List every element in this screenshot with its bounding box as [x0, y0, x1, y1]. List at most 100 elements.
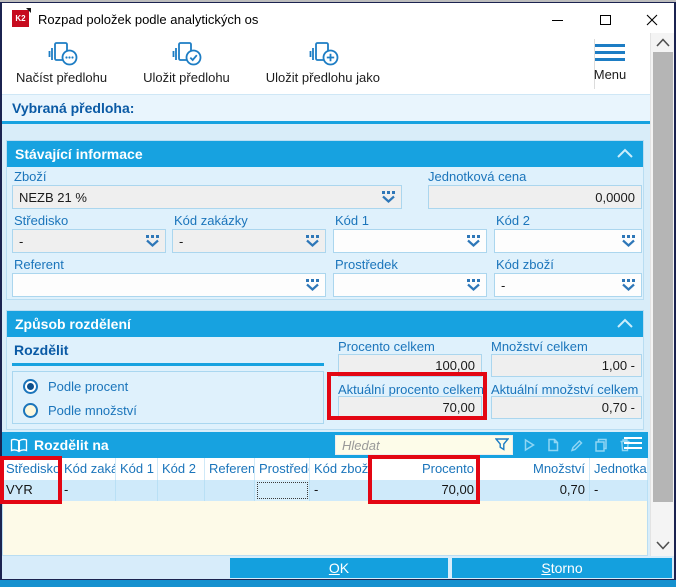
col-jednotka[interactable]: Jednotka	[590, 458, 648, 480]
current-info-title: Stávající informace	[15, 146, 143, 162]
col-kod2[interactable]: Kód 2	[158, 458, 205, 480]
menu-button[interactable]: Menu	[584, 40, 636, 82]
prostredek-label: Prostředek	[335, 257, 398, 272]
hamburger-menu-icon	[595, 40, 625, 61]
dropdown-icon[interactable]	[306, 279, 319, 291]
cell-kod-zbozi[interactable]: -	[310, 480, 371, 501]
save-template-label: Uložit předlohu	[143, 70, 230, 85]
selected-template-label: Vybraná předloha:	[12, 100, 135, 116]
minimize-icon	[551, 19, 563, 21]
cell-kod2[interactable]	[158, 480, 205, 501]
load-template-label: Načíst předlohu	[16, 70, 108, 85]
table-header-row: Středisko Kód zakázky Kód 1 Kód 2 Refere…	[2, 458, 648, 480]
close-button[interactable]	[632, 9, 672, 31]
dropdown-icon[interactable]	[306, 235, 319, 247]
aktualni-mnozstvi-label: Aktuální množství celkem	[491, 382, 639, 397]
cell-mnozstvi[interactable]: 0,70	[479, 480, 590, 501]
save-template-as-button[interactable]: Uložit předlohu jako	[260, 38, 386, 87]
menu-label: Menu	[593, 67, 627, 82]
scroll-up-icon[interactable]	[656, 38, 670, 47]
load-template-button[interactable]: Načíst předlohu	[10, 38, 113, 87]
search-box	[335, 435, 513, 455]
filter-funnel-icon[interactable]	[495, 438, 509, 451]
col-stredisko[interactable]: Středisko	[2, 458, 60, 480]
referent-field[interactable]	[12, 273, 326, 297]
save-template-button[interactable]: Uložit předlohu	[137, 38, 236, 87]
col-mnozstvi[interactable]: Množství	[479, 458, 590, 480]
ok-button[interactable]: OK	[230, 558, 448, 578]
selected-template-bar: Vybraná předloha:	[2, 95, 650, 124]
table-row[interactable]: VYR - - 70,00 0,70 -	[2, 480, 648, 501]
procento-celkem-label: Procento celkem	[338, 339, 435, 354]
kod1-field[interactable]	[333, 229, 487, 253]
zbozi-label: Zboží	[14, 169, 47, 184]
cell-prostredek-focused[interactable]	[255, 480, 310, 501]
titlebar: K2 Rozpad položek podle analytických os	[2, 3, 674, 33]
kod-zbozi-field[interactable]: -	[494, 273, 642, 297]
referent-label: Referent	[14, 257, 64, 272]
search-input[interactable]	[335, 435, 513, 455]
grid-menu-icon[interactable]	[624, 437, 642, 449]
run-icon[interactable]	[522, 438, 536, 452]
dropdown-icon[interactable]	[467, 235, 480, 247]
new-record-icon[interactable]	[546, 438, 560, 452]
kod-zakazky-field[interactable]: -	[172, 229, 326, 253]
minimize-button[interactable]	[537, 9, 577, 31]
radio-podle-mnozstvi-label: Podle množství	[48, 403, 137, 418]
collapse-chevron-icon[interactable]	[617, 318, 633, 328]
scroll-down-icon[interactable]	[656, 541, 670, 550]
window-title: Rozpad položek podle analytických os	[38, 12, 259, 27]
distribution-panel: Způsob rozdělení Rozdělit Podle procent …	[6, 310, 644, 430]
collapse-chevron-icon[interactable]	[617, 148, 633, 158]
scrollbar-thumb[interactable]	[653, 52, 673, 502]
col-kod-zbozi[interactable]: Kód zboží	[310, 458, 371, 480]
vertical-scrollbar[interactable]	[650, 33, 674, 556]
radio-group: Podle procent Podle množství	[12, 371, 324, 424]
prostredek-field[interactable]	[333, 273, 487, 297]
cell-jednotka[interactable]: -	[590, 480, 648, 501]
col-kod1[interactable]: Kód 1	[116, 458, 158, 480]
radio-podle-procent-label: Podle procent	[48, 379, 129, 394]
col-referent[interactable]: Referent	[205, 458, 255, 480]
maximize-button[interactable]	[585, 9, 625, 31]
col-kod-zakazky[interactable]: Kód zakázky	[60, 458, 116, 480]
grid-actions	[522, 438, 632, 452]
save-template-as-label: Uložit předlohu jako	[265, 70, 380, 85]
aktualni-mnozstvi-field: 0,70 -	[491, 396, 642, 419]
dropdown-icon[interactable]	[467, 279, 480, 291]
maximize-icon	[599, 15, 611, 25]
distribution-header: Způsob rozdělení	[7, 311, 643, 337]
template-save-icon	[173, 42, 202, 66]
col-procento[interactable]: Procento	[371, 458, 479, 480]
aktualni-procento-field: 70,00	[338, 396, 482, 419]
dropdown-icon[interactable]	[622, 279, 635, 291]
k2-logo-text: K2	[15, 14, 26, 23]
copy-icon[interactable]	[594, 438, 608, 452]
cell-procento[interactable]: 70,00	[371, 480, 479, 501]
dropdown-icon[interactable]	[382, 191, 395, 203]
screen: K2 Rozpad položek podle analytických os …	[0, 0, 676, 587]
background-app-strip	[0, 580, 676, 587]
dropdown-icon[interactable]	[146, 235, 159, 247]
radio-podle-procent[interactable]: Podle procent	[23, 379, 128, 394]
kod2-field[interactable]	[494, 229, 642, 253]
cell-kod1[interactable]	[116, 480, 158, 501]
cell-stredisko[interactable]: VYR	[2, 480, 60, 501]
stredisko-field[interactable]: -	[12, 229, 166, 253]
dropdown-icon[interactable]	[622, 235, 635, 247]
rozdelit-underline	[12, 363, 324, 366]
toolbar: Načíst předlohu Uložit předlohu Uložit p…	[2, 33, 650, 95]
current-info-header: Stávající informace	[7, 141, 643, 167]
cell-referent[interactable]	[205, 480, 255, 501]
stredisko-label: Středisko	[14, 213, 69, 228]
jednotkova-cena-label: Jednotková cena	[428, 169, 527, 184]
cell-kod-zakazky[interactable]: -	[60, 480, 116, 501]
jednotkova-cena-field[interactable]: 0,0000	[428, 185, 642, 209]
storno-button[interactable]: Storno	[452, 558, 672, 578]
radio-podle-mnozstvi[interactable]: Podle množství	[23, 403, 137, 418]
col-prostredek[interactable]: Prostředek	[255, 458, 310, 480]
edit-pencil-icon[interactable]	[570, 438, 584, 452]
book-icon	[10, 438, 28, 452]
zbozi-field[interactable]: NEZB 21 %	[12, 185, 402, 209]
distribution-title: Způsob rozdělení	[15, 316, 131, 332]
